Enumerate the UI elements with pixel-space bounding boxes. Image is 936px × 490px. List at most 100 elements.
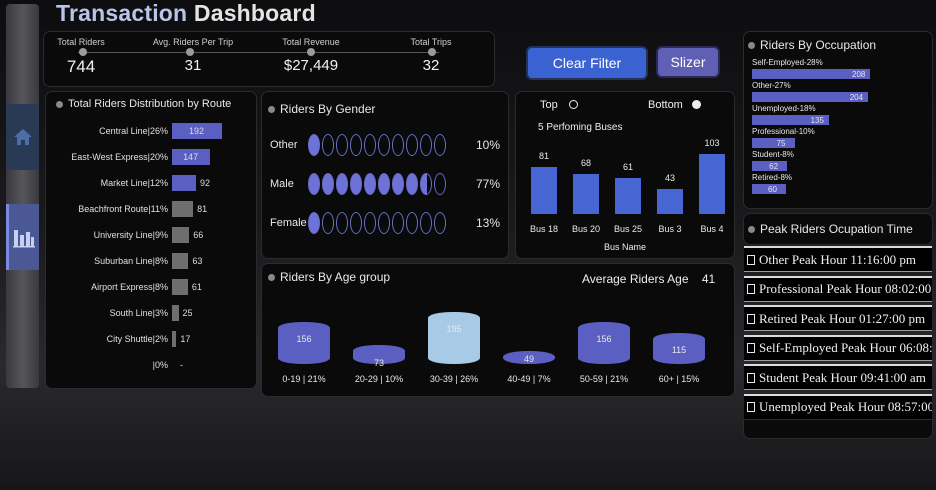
bus-axis-title: Bus Name: [603, 242, 647, 252]
peak-time-item[interactable]: Other Peak Hour 11:16:00 pm: [744, 246, 932, 272]
route-value: 147: [183, 152, 199, 162]
route-bar: [172, 253, 189, 269]
radio-filled-icon: [691, 100, 701, 109]
bottom-toggle[interactable]: Bottom: [648, 99, 701, 111]
gender-dot-icon: [350, 212, 362, 234]
kpi-value: 744: [66, 57, 96, 76]
route-panel-title: Total Riders Distribution by Route: [56, 98, 231, 110]
bus-subtitle: 5 Perfoming Buses: [538, 122, 623, 133]
bus-value: 61: [622, 162, 633, 173]
top-label: Top: [540, 99, 558, 111]
kpi-value: 31: [184, 57, 202, 74]
route-label: |0%: [152, 360, 168, 370]
bus-category: Bus 18: [529, 224, 559, 234]
route-row[interactable]: Suburban Line|8% 63: [46, 252, 256, 270]
gender-dot-icon: [406, 173, 418, 195]
gender-label: Other: [270, 139, 298, 151]
average-age: Average Riders Age 41: [582, 272, 715, 286]
occupation-value: 75: [776, 139, 786, 148]
gender-title-text: Riders By Gender: [280, 102, 376, 116]
clear-filter-button[interactable]: Clear Filter: [528, 48, 646, 78]
checkbox-icon: [747, 313, 755, 324]
gender-dot-icon: [434, 134, 446, 156]
bus-category: Bus 4: [700, 224, 724, 234]
occupation-panel: Riders By Occupation Self-Employed-28% 20…: [744, 32, 932, 208]
bullet-dot: [748, 42, 755, 50]
age-bar[interactable]: [428, 312, 480, 364]
route-value: 25: [182, 308, 193, 318]
gender-dot-icon: [392, 173, 404, 195]
kpi-total-revenue: Total Revenue $27,449: [256, 32, 366, 74]
route-row[interactable]: Beachfront Route|11% 81: [46, 200, 256, 218]
route-row[interactable]: Market Line|12% 92: [46, 174, 256, 192]
gender-percent: 10%: [476, 138, 501, 152]
top-toggle[interactable]: Top: [540, 99, 578, 111]
peak-time-item[interactable]: Professional Peak Hour 08:02:00 pm: [744, 275, 932, 302]
bus-category: Bus 20: [571, 224, 601, 234]
age-value: 49: [523, 354, 534, 364]
route-row[interactable]: Central Line|26% 192: [46, 122, 256, 140]
route-row[interactable]: |0% -: [46, 356, 256, 374]
gender-percent: 13%: [476, 216, 501, 230]
gender-panel-title: Riders By Gender: [268, 102, 375, 116]
route-row[interactable]: City Shuttle|2% 17: [46, 330, 256, 348]
bus-value: 81: [538, 150, 549, 161]
route-bar: [172, 175, 196, 191]
bus-bar[interactable]: [615, 178, 641, 214]
bus-bar[interactable]: [657, 188, 683, 214]
bus-bar[interactable]: [699, 154, 725, 214]
bus-bar[interactable]: [531, 166, 557, 214]
age-category: 20-29 | 10%: [354, 374, 404, 384]
gender-dots: [308, 212, 446, 234]
gender-dots: [308, 134, 446, 156]
bullet-dot: [748, 226, 755, 234]
checkbox-icon: [747, 284, 755, 294]
chart-nav-button[interactable]: [6, 204, 39, 270]
slizer-button[interactable]: Slizer: [658, 48, 718, 76]
age-value: 115: [671, 345, 687, 356]
occupation-value: 204: [849, 93, 864, 102]
gender-dot-icon: [364, 134, 376, 156]
peak-time-item[interactable]: Unemployed Peak Hour 08:57:00 pm: [744, 393, 932, 420]
route-value: 192: [189, 126, 205, 136]
kpi-value: $27,449: [283, 57, 339, 74]
route-label: Airport Express|8%: [91, 282, 168, 292]
bus-bar[interactable]: [573, 174, 599, 214]
occupation-bar[interactable]: [752, 138, 795, 148]
occupation-value: 135: [810, 116, 824, 125]
gender-dot-icon: [308, 173, 320, 195]
gender-row[interactable]: Female 13%: [262, 210, 508, 238]
route-label: City Shuttle|2%: [106, 334, 168, 344]
kpi-label: Total Revenue: [282, 37, 340, 47]
peak-time-item[interactable]: Self-Employed Peak Hour 06:08:00 am: [744, 334, 932, 361]
gender-row[interactable]: Male 77%: [262, 171, 508, 199]
route-row[interactable]: University Line|9% 66: [46, 226, 256, 244]
route-row[interactable]: Airport Express|8% 61: [46, 278, 256, 296]
gender-dot-icon: [350, 134, 362, 156]
bus-value: 68: [580, 158, 591, 169]
route-value: 63: [192, 256, 203, 266]
route-row[interactable]: East-West Express|20% 147: [46, 148, 256, 166]
gender-dot-icon: [392, 134, 404, 156]
route-label: East-West Express|20%: [71, 152, 168, 162]
kpi-total-riders: Total Riders 744: [26, 32, 136, 77]
gender-label: Male: [270, 178, 294, 190]
gender-row[interactable]: Other 10%: [262, 132, 508, 160]
peak-time-item[interactable]: Student Peak Hour 09:41:00 am: [744, 364, 932, 390]
peak-time-text: Professional Peak Hour 08:02:00 pm: [759, 281, 932, 296]
age-category: 40-49 | 7%: [507, 374, 551, 384]
gender-dot-icon: [336, 134, 348, 156]
peak-time-item[interactable]: Retired Peak Hour 01:27:00 pm: [744, 305, 932, 331]
occupation-value: 60: [768, 185, 777, 194]
gender-dot-icon: [308, 134, 320, 156]
kpi-panel: Total Riders 744 Avg. Riders Per Trip 31…: [44, 32, 494, 86]
average-age-value: 41: [701, 272, 716, 286]
occupation-title-text: Riders By Occupation: [760, 38, 877, 52]
kpi-total-trips: Total Trips 32: [376, 32, 486, 74]
bar-chart-icon: [13, 230, 35, 248]
age-category: 0-19 | 21%: [282, 374, 326, 384]
age-title-text: Riders By Age group: [280, 270, 391, 284]
route-row[interactable]: South Line|3% 25: [46, 304, 256, 322]
home-nav-button[interactable]: [6, 104, 39, 170]
occupation-label: Unemployed-18%: [752, 104, 816, 113]
